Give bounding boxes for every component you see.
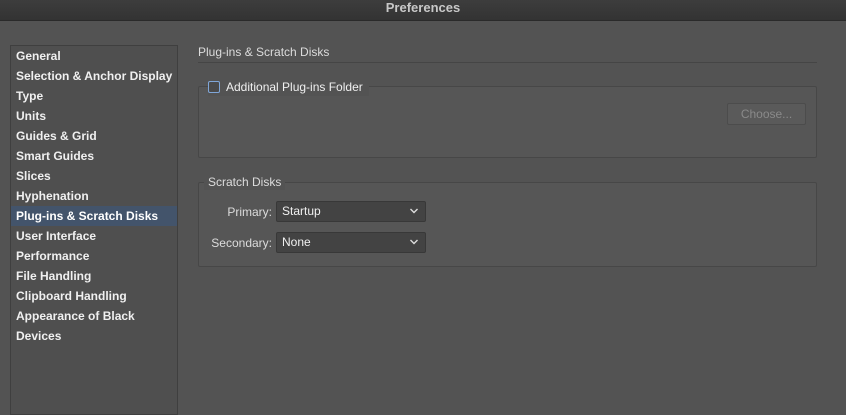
window-title: Preferences: [0, 0, 846, 21]
sidebar-item-clipboard-handling[interactable]: Clipboard Handling: [11, 286, 177, 306]
scratch-disks-group: [198, 182, 817, 267]
section-divider: [198, 62, 817, 63]
scratch-disks-legend: Scratch Disks: [204, 174, 286, 190]
sidebar-item-guides-grid[interactable]: Guides & Grid: [11, 126, 177, 146]
additional-plugins-checkbox-row[interactable]: Additional Plug-ins Folder: [208, 78, 369, 96]
sidebar-item-file-handling[interactable]: File Handling: [11, 266, 177, 286]
secondary-label: Secondary:: [211, 236, 272, 250]
sidebar-item-selection-anchor-display[interactable]: Selection & Anchor Display: [11, 66, 177, 86]
sidebar-item-plugins-scratch-disks[interactable]: Plug-ins & Scratch Disks: [11, 206, 177, 226]
sidebar-item-units[interactable]: Units: [11, 106, 177, 126]
plugins-group: [198, 86, 817, 158]
primary-select-value: Startup: [282, 204, 321, 218]
section-title: Plug-ins & Scratch Disks: [198, 45, 330, 59]
sidebar-item-user-interface[interactable]: User Interface: [11, 226, 177, 246]
chevron-down-icon: [410, 208, 418, 214]
sidebar-item-type[interactable]: Type: [11, 86, 177, 106]
chevron-down-icon: [410, 239, 418, 245]
sidebar-item-slices[interactable]: Slices: [11, 166, 177, 186]
secondary-select-value: None: [282, 235, 311, 249]
sidebar-item-devices[interactable]: Devices: [11, 326, 177, 346]
preferences-sidebar: General Selection & Anchor Display Type …: [10, 45, 178, 415]
choose-button[interactable]: Choose...: [727, 103, 806, 125]
sidebar-item-smart-guides[interactable]: Smart Guides: [11, 146, 177, 166]
additional-plugins-checkbox[interactable]: [208, 81, 220, 93]
secondary-scratch-disk-select[interactable]: None: [276, 232, 426, 253]
primary-scratch-disk-select[interactable]: Startup: [276, 201, 426, 222]
sidebar-item-hyphenation[interactable]: Hyphenation: [11, 186, 177, 206]
sidebar-item-appearance-of-black[interactable]: Appearance of Black: [11, 306, 177, 326]
sidebar-item-general[interactable]: General: [11, 46, 177, 66]
primary-label: Primary:: [227, 205, 272, 219]
sidebar-item-performance[interactable]: Performance: [11, 246, 177, 266]
additional-plugins-label[interactable]: Additional Plug-ins Folder: [226, 80, 363, 94]
